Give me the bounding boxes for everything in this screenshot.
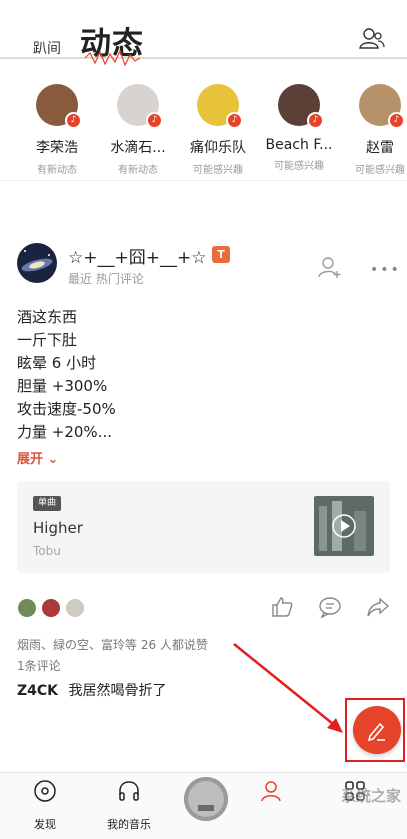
friends-tab-icon bbox=[261, 781, 281, 802]
post-line: 胆量 +300% bbox=[17, 377, 108, 395]
post-line: 酒这东西 bbox=[17, 308, 78, 326]
music-badge-icon: ♪ bbox=[226, 112, 243, 129]
comment-text: 我居然喝骨折了 bbox=[68, 683, 167, 699]
music-badge-icon: ♪ bbox=[146, 112, 163, 129]
like-icon[interactable] bbox=[270, 595, 294, 619]
song-title: Higher bbox=[33, 519, 83, 537]
more-options-icon[interactable]: ••• bbox=[370, 262, 401, 278]
post-line: 一斤下肚 bbox=[17, 331, 78, 349]
rec-user-0[interactable]: ♪ 李荣浩 有新动态 bbox=[17, 80, 97, 176]
music-badge-icon: ♪ bbox=[388, 112, 405, 129]
avatar bbox=[65, 598, 85, 618]
compose-button[interactable] bbox=[353, 706, 401, 754]
nav-label: 我的音乐 bbox=[107, 818, 151, 831]
rec-user-name: 赵雷 bbox=[366, 140, 394, 156]
post-meta: 最近 热门评论 bbox=[68, 272, 144, 286]
recommended-users-row: ♪ 李荣浩 有新动态 ♪ 水滴石... 有新动态 ♪ 痛仰乐队 可能感兴趣 ♪ … bbox=[0, 80, 407, 180]
comment-count[interactable]: 1条评论 bbox=[17, 657, 61, 674]
avatar bbox=[41, 598, 61, 618]
headphones-icon bbox=[119, 781, 139, 801]
add-friend-icon[interactable] bbox=[318, 255, 342, 279]
hot-comment[interactable]: Z4CK 我居然喝骨折了 bbox=[17, 680, 166, 700]
rec-user-3[interactable]: ♪ Beach F... 可能感兴趣 bbox=[259, 80, 339, 172]
rec-user-2[interactable]: ♪ 痛仰乐队 可能感兴趣 bbox=[178, 80, 258, 176]
album-art bbox=[184, 777, 228, 821]
nav-label: 发现 bbox=[34, 818, 56, 831]
friends-icon[interactable] bbox=[359, 26, 385, 50]
play-icon bbox=[314, 496, 374, 556]
watermark: 系统之家 bbox=[340, 787, 401, 805]
comment-user: Z4CK bbox=[17, 683, 59, 699]
rec-user-name: Beach F... bbox=[265, 137, 333, 153]
top-header: 趴间 动态 bbox=[0, 0, 407, 66]
single-tag: 单曲 bbox=[33, 496, 62, 511]
rec-user-sub: 可能感兴趣 bbox=[193, 165, 243, 176]
comment-icon[interactable] bbox=[318, 595, 342, 619]
rec-user-name: 水滴石... bbox=[110, 140, 166, 156]
song-card[interactable]: 单曲 Higher Tobu bbox=[17, 481, 390, 573]
rec-user-sub: 可能感兴趣 bbox=[274, 161, 324, 172]
avatar: ♪ bbox=[36, 84, 82, 129]
expand-link[interactable]: 展开 ⌄ bbox=[17, 448, 58, 467]
post-line: 力量 +20%... bbox=[17, 423, 112, 441]
avatar bbox=[17, 598, 37, 618]
header-wave-decoration bbox=[0, 50, 407, 66]
avatar: ♪ bbox=[359, 84, 405, 129]
song-artist: Tobu bbox=[33, 544, 61, 558]
rec-user-name: 李荣浩 bbox=[36, 140, 78, 156]
post-user-name[interactable]: ☆+__+囧+__+☆ bbox=[68, 243, 206, 268]
music-badge-icon: ♪ bbox=[65, 112, 82, 129]
now-playing-cover[interactable] bbox=[184, 777, 228, 821]
avatar: ♪ bbox=[278, 84, 324, 129]
post-line: 眩晕 6 小时 bbox=[17, 354, 97, 372]
talent-badge: T bbox=[212, 246, 230, 263]
divider bbox=[0, 180, 407, 181]
likes-summary[interactable]: 烟雨、緑の空、富玲等 26 人都说赞 bbox=[17, 636, 208, 653]
share-icon[interactable] bbox=[366, 595, 390, 619]
avatar: ♪ bbox=[117, 84, 163, 129]
post-line: 攻击速度-50% bbox=[17, 400, 116, 418]
rec-user-4[interactable]: ♪ 赵雷 可能感兴趣 bbox=[340, 80, 407, 176]
song-cover[interactable] bbox=[314, 496, 374, 556]
rec-user-sub: 有新动态 bbox=[37, 165, 77, 176]
galaxy-avatar-image bbox=[17, 243, 57, 283]
annotation-arrow bbox=[233, 643, 343, 733]
discover-icon bbox=[34, 780, 56, 802]
nav-friends[interactable] bbox=[236, 779, 306, 816]
rec-user-sub: 可能感兴趣 bbox=[355, 165, 405, 176]
bottom-nav: 发现 我的音乐 系统之家 bbox=[0, 772, 407, 839]
music-badge-icon: ♪ bbox=[307, 112, 324, 129]
rec-user-1[interactable]: ♪ 水滴石... 有新动态 bbox=[98, 80, 178, 176]
post-user-avatar[interactable] bbox=[17, 243, 57, 283]
nav-my-music[interactable]: 我的音乐 bbox=[94, 779, 164, 832]
rec-user-name: 痛仰乐队 bbox=[190, 140, 246, 156]
pen-icon bbox=[367, 722, 385, 742]
liker-avatars[interactable] bbox=[17, 598, 97, 620]
avatar: ♪ bbox=[197, 84, 243, 129]
post-content: 酒这东西 一斤下肚 眩晕 6 小时 胆量 +300% 攻击速度-50% 力量 +… bbox=[17, 306, 116, 444]
rec-user-sub: 有新动态 bbox=[118, 165, 158, 176]
nav-discover[interactable]: 发现 bbox=[10, 779, 80, 832]
